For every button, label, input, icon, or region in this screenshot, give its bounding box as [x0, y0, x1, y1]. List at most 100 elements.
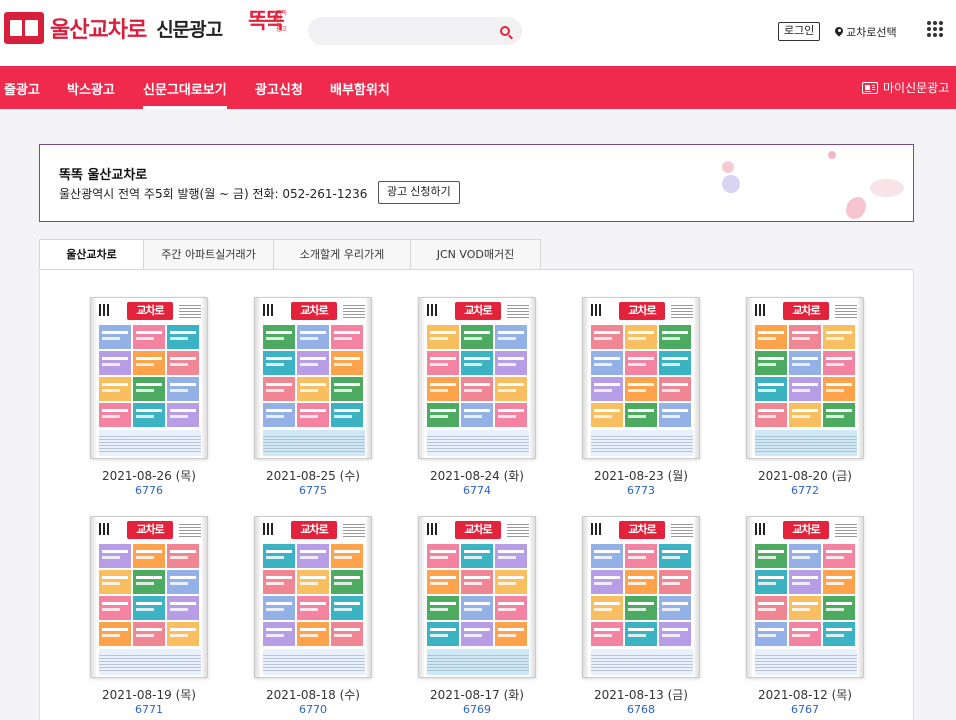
- newspaper-thumbnail[interactable]: 교차로: [254, 516, 372, 678]
- ad-block-text: [102, 550, 128, 553]
- site-logo[interactable]: 울산교차로 신문광고: [4, 12, 223, 44]
- ad-block-text: [464, 628, 490, 631]
- qr-code-icon: [591, 304, 603, 316]
- ad-block-text: [334, 556, 352, 559]
- ad-block-text: [430, 383, 456, 386]
- tab-ulsan-gyocharo[interactable]: 울산교차로: [39, 239, 144, 270]
- newspaper-date[interactable]: 2021-08-25 (수): [254, 467, 372, 484]
- newspaper-issue-number[interactable]: 6774: [418, 484, 536, 497]
- nav-item-newspaper-view[interactable]: 신문그대로보기: [143, 79, 227, 109]
- ad-block-text: [266, 576, 292, 579]
- ad-block-text: [826, 550, 852, 553]
- thumbnail-footer-lines: [99, 653, 201, 671]
- tab-apartment-prices[interactable]: 주간 아파트실거래가: [144, 239, 274, 270]
- ad-block-text: [826, 389, 844, 392]
- thumbnail-spine: [419, 517, 424, 677]
- decor-petal-large: [846, 197, 866, 219]
- newspaper-issue-number[interactable]: 6769: [418, 703, 536, 716]
- ad-block-text: [758, 389, 776, 392]
- thumbnail-spine: [694, 298, 699, 458]
- brand-mark[interactable]: 똑똑 똑똑한 광고: [248, 6, 288, 58]
- thumbnail-spine: [530, 298, 535, 458]
- ad-block-text: [498, 363, 516, 366]
- apps-menu-icon[interactable]: [927, 21, 943, 37]
- newspaper-date[interactable]: 2021-08-17 (화): [418, 686, 536, 703]
- ad-block-text: [498, 576, 524, 579]
- newspaper-issue-number[interactable]: 6772: [746, 484, 864, 497]
- thumbnail-footer-lines: [755, 653, 857, 671]
- search-input[interactable]: [308, 17, 488, 45]
- newspaper-thumbnail[interactable]: 교차로: [418, 297, 536, 459]
- ad-block-text: [792, 389, 810, 392]
- search-icon[interactable]: [500, 26, 510, 36]
- thumbnail-footer-lines: [263, 434, 365, 452]
- nav-item-line-ads[interactable]: 줄광고: [4, 79, 40, 98]
- ad-block-text: [594, 582, 612, 585]
- ad-block-text: [758, 576, 784, 579]
- nav-item-box-ads[interactable]: 박스광고: [67, 79, 115, 98]
- ad-block-text: [266, 331, 292, 334]
- main-nav: 줄광고 박스광고 신문그대로보기 광고신청 배부함위치 마이신문광고: [0, 66, 956, 109]
- newspaper-thumbnail[interactable]: 교차로: [90, 516, 208, 678]
- newspaper-date[interactable]: 2021-08-13 (금): [582, 686, 700, 703]
- ad-block-text: [300, 602, 326, 605]
- newspaper-issue-number[interactable]: 6775: [254, 484, 372, 497]
- ad-block-text: [136, 634, 154, 637]
- newspaper-issue-number[interactable]: 6776: [90, 484, 208, 497]
- ad-block-text: [464, 582, 482, 585]
- newspaper-thumbnail[interactable]: 교차로: [418, 516, 536, 678]
- newspaper-issue-number[interactable]: 6770: [254, 703, 372, 716]
- ad-block-text: [136, 628, 162, 631]
- nav-item-distribution-box[interactable]: 배부함위치: [330, 79, 390, 98]
- tab-shop-intro[interactable]: 소개할게 우리가게: [274, 239, 411, 270]
- ad-block-text: [430, 357, 456, 360]
- newspaper-date[interactable]: 2021-08-26 (목): [90, 467, 208, 484]
- newspaper-date[interactable]: 2021-08-24 (화): [418, 467, 536, 484]
- ad-block-text: [136, 550, 162, 553]
- apply-ad-button[interactable]: 광고 신청하기: [378, 181, 460, 204]
- ad-block-text: [464, 602, 490, 605]
- newspaper-thumbnail[interactable]: 교차로: [746, 297, 864, 459]
- ad-block-text: [826, 602, 852, 605]
- ad-block-text: [430, 389, 448, 392]
- ad-block-text: [498, 357, 524, 360]
- newspaper-date[interactable]: 2021-08-19 (목): [90, 686, 208, 703]
- newspaper-thumbnail[interactable]: 교차로: [90, 297, 208, 459]
- qr-code-icon: [755, 304, 767, 316]
- ad-block-text: [102, 628, 128, 631]
- ad-block-text: [300, 383, 326, 386]
- newspaper-issue-number[interactable]: 6771: [90, 703, 208, 716]
- my-ads-link[interactable]: 마이신문광고: [862, 79, 949, 96]
- newspaper-date[interactable]: 2021-08-18 (수): [254, 686, 372, 703]
- ad-block-text: [102, 409, 128, 412]
- ad-block-text: [662, 582, 680, 585]
- ad-block-text: [498, 634, 516, 637]
- newspaper-issue-number[interactable]: 6773: [582, 484, 700, 497]
- qr-code-icon: [263, 523, 275, 535]
- newspaper-thumbnail[interactable]: 교차로: [746, 516, 864, 678]
- newspaper-issue-number[interactable]: 6768: [582, 703, 700, 716]
- ad-block-text: [136, 357, 162, 360]
- region-select[interactable]: 교차로선택: [835, 24, 897, 40]
- ad-block-text: [136, 556, 154, 559]
- decor-circle: [722, 175, 740, 193]
- ad-block-text: [628, 628, 654, 631]
- newspaper-thumbnail[interactable]: 교차로: [582, 516, 700, 678]
- newspaper-date[interactable]: 2021-08-12 (목): [746, 686, 864, 703]
- newspaper-issue-number[interactable]: 6767: [746, 703, 864, 716]
- ad-block-text: [102, 634, 120, 637]
- ad-block-text: [170, 409, 196, 412]
- thumbnail-header-text: [179, 304, 201, 318]
- newspaper-date[interactable]: 2021-08-23 (월): [582, 467, 700, 484]
- newspaper-date[interactable]: 2021-08-20 (금): [746, 467, 864, 484]
- ad-block-text: [792, 550, 818, 553]
- ad-block-text: [334, 634, 352, 637]
- tab-jcn-vod[interactable]: JCN VOD매거진: [411, 239, 541, 270]
- nav-item-ad-request[interactable]: 광고신청: [255, 79, 303, 98]
- ad-block-text: [266, 608, 284, 611]
- login-button[interactable]: 로그인: [778, 22, 821, 41]
- newspaper-thumbnail[interactable]: 교차로: [254, 297, 372, 459]
- ad-block-text: [136, 363, 154, 366]
- ad-block-text: [662, 337, 680, 340]
- newspaper-thumbnail[interactable]: 교차로: [582, 297, 700, 459]
